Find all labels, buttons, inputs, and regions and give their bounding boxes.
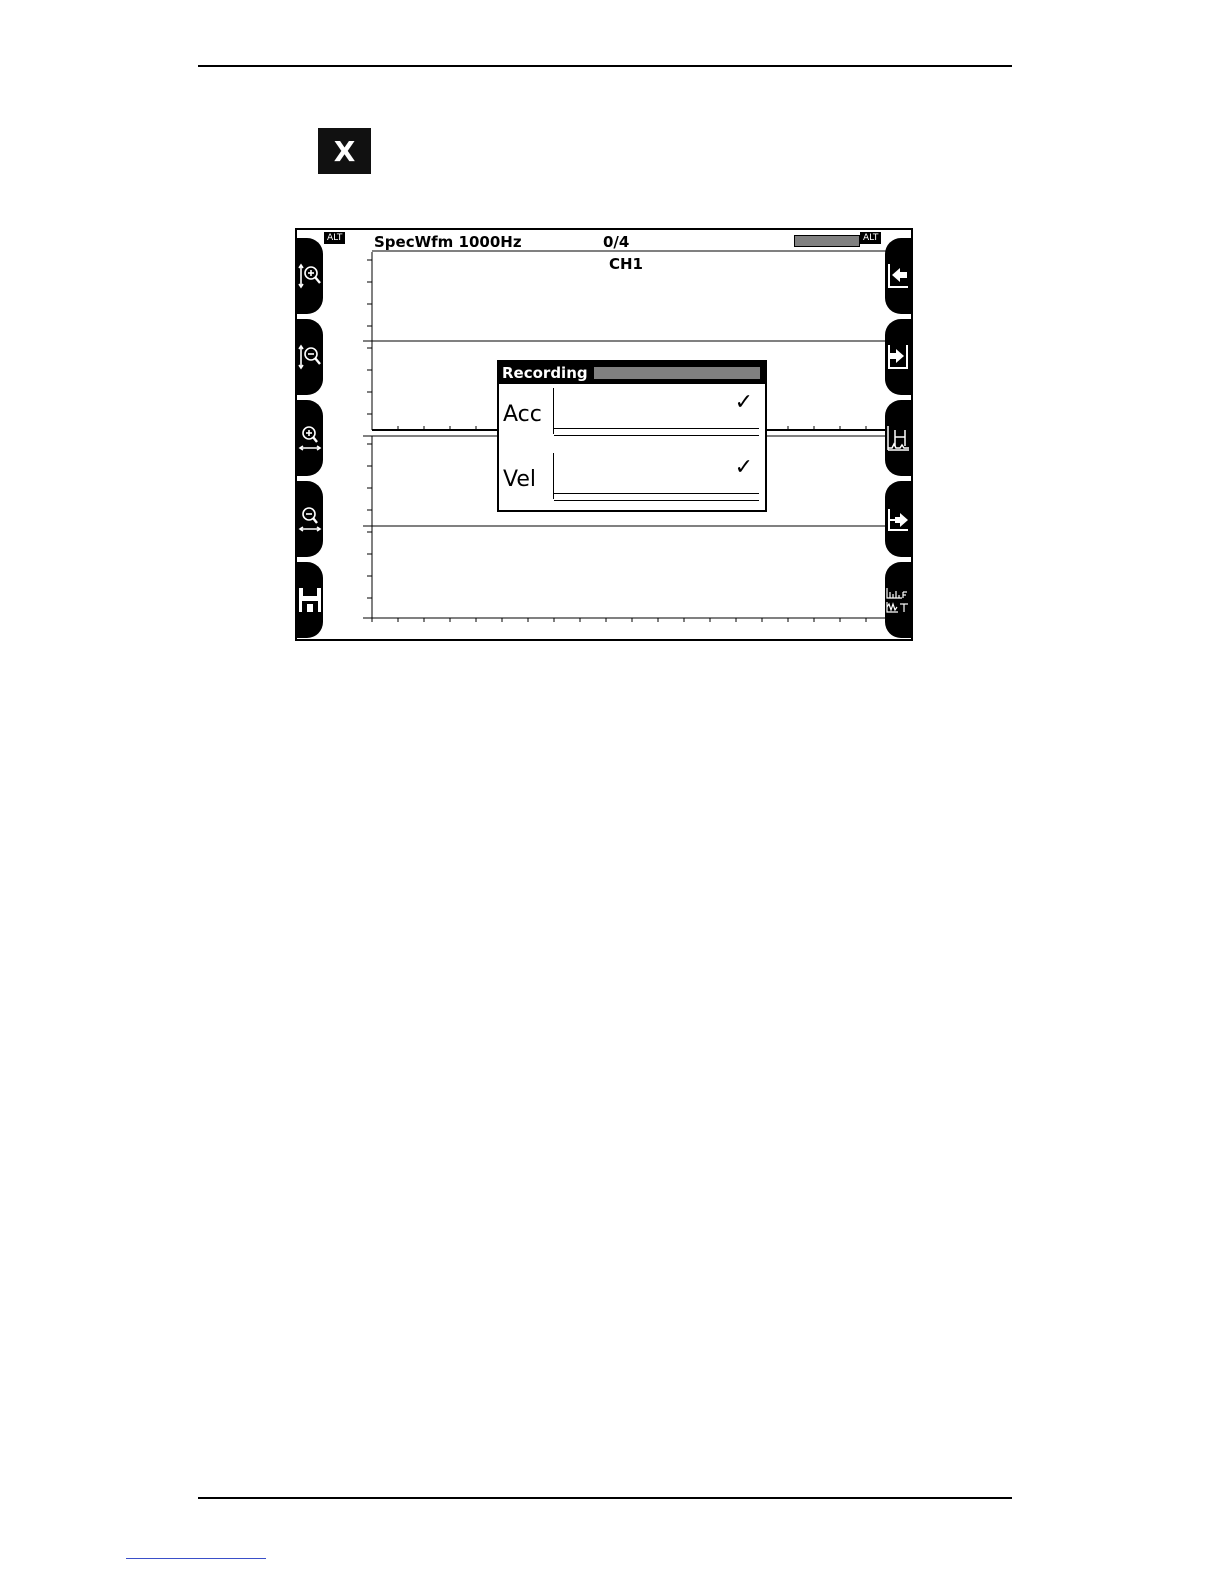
row-progress-line [554, 500, 759, 501]
spectrum-waveform-toggle-icon [886, 588, 908, 613]
export-icon [888, 509, 908, 531]
recording-dialog: Recording Acc ✓ Vel ✓ [497, 360, 767, 512]
footer-link-underline [126, 1558, 266, 1559]
page-bottom-rule [198, 1497, 1012, 1499]
row-progress-line [554, 435, 759, 436]
softkey-move-right[interactable] [885, 319, 911, 395]
dialog-title: Recording [502, 364, 588, 382]
vertical-zoom-out-icon [298, 344, 321, 370]
row-progress-line [554, 428, 759, 429]
check-icon: ✓ [734, 455, 753, 480]
page-top-rule [198, 65, 1012, 67]
recording-progress-bar [594, 367, 760, 379]
harmonic-cursor-icon [887, 426, 909, 451]
softkey-horizontal-zoom-in[interactable] [297, 400, 323, 476]
alt-badge-right: ALT [860, 232, 882, 244]
softkey-export[interactable] [885, 481, 911, 557]
horizontal-zoom-out-icon [298, 507, 322, 532]
row-label-vel: Vel [503, 467, 536, 492]
screen-title: SpecWfm 1000Hz [374, 233, 522, 251]
alt-badge-left: ALT [324, 232, 346, 244]
horizontal-zoom-in-icon [298, 426, 322, 451]
recording-row-vel: Vel ✓ [499, 451, 765, 515]
softkey-vertical-zoom-in[interactable] [297, 238, 323, 314]
recording-row-acc: Acc ✓ [499, 386, 765, 450]
softkey-save[interactable] [297, 562, 323, 638]
vertical-zoom-in-icon [298, 263, 321, 289]
channel-label: CH1 [609, 255, 643, 273]
x-key-label: X [333, 134, 356, 168]
save-icon [299, 588, 321, 612]
row-label-acc: Acc [503, 402, 542, 427]
x-key-icon: X [318, 128, 371, 174]
record-counter: 0/4 [603, 233, 630, 251]
device-screen: ALT ALT SpecWfm 1000Hz 0/4 CH1 Recording… [295, 228, 913, 641]
row-progress-line [554, 493, 759, 494]
dialog-titlebar: Recording [499, 362, 765, 384]
softkey-vertical-zoom-out[interactable] [297, 319, 323, 395]
softkey-move-to-start[interactable] [885, 238, 911, 314]
move-left-to-start-icon [888, 264, 908, 288]
softkey-spectrum-waveform-toggle[interactable] [885, 562, 911, 638]
battery-status-bar [794, 235, 860, 247]
softkey-horizontal-zoom-out[interactable] [297, 481, 323, 557]
move-right-icon [888, 345, 908, 369]
check-icon: ✓ [734, 390, 753, 415]
softkey-harmonic-cursor[interactable] [885, 400, 911, 476]
